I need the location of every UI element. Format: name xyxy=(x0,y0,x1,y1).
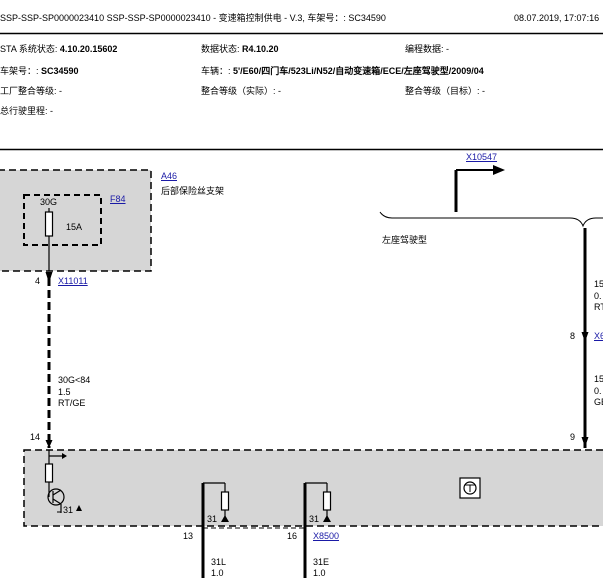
pin-14-label: 14 xyxy=(30,432,41,442)
x10547-arrowhead xyxy=(493,165,505,175)
pin-13-label: 13 xyxy=(183,531,194,541)
pin-9-arrow xyxy=(581,437,589,447)
variant-brace xyxy=(379,211,603,228)
x8500-link[interactable]: X8500 xyxy=(313,531,339,542)
x10547-link[interactable]: X10547 xyxy=(466,152,497,163)
wire-right-bottom-color: GE xyxy=(594,397,603,407)
pin-8-arrow xyxy=(581,332,589,342)
pin-14-arrow xyxy=(45,440,53,448)
pin-4-label: 4 xyxy=(35,276,41,286)
wire-left-code: 30G<84 xyxy=(58,375,91,385)
pin-8-label: 8 xyxy=(570,331,576,341)
left-drive-label: 左座驾驶型 xyxy=(382,235,428,245)
pin-4-arrow xyxy=(45,272,53,283)
wire-right-top-section: 0. xyxy=(594,291,602,301)
wire-right-bottom-section: 0. xyxy=(594,386,602,396)
f84-link[interactable]: F84 xyxy=(110,194,126,205)
a46-fuse-carrier xyxy=(0,169,152,272)
wire-left-section: 1.5 xyxy=(58,387,71,397)
pin-16-label: 16 xyxy=(287,531,298,541)
fuse-element xyxy=(44,211,54,237)
wire-31l-code: 31L xyxy=(211,557,227,567)
wire-right-bottom-code: 15 xyxy=(594,374,603,384)
wiring-diagram xyxy=(0,165,603,578)
wire-left-color: RT/GE xyxy=(58,398,86,408)
ground-label-16: 31 xyxy=(309,514,320,524)
resistor-left xyxy=(44,463,54,483)
ground-label-left: 31 xyxy=(63,505,74,515)
fuse-rating: 15A xyxy=(66,222,83,232)
x11011-link[interactable]: X11011 xyxy=(58,276,88,287)
a46-description: 后部保险丝支架 xyxy=(161,186,225,196)
wire-31l-section: 1.0 xyxy=(211,568,224,578)
a46-link[interactable]: A46 xyxy=(161,171,177,182)
x6-link[interactable]: X6 xyxy=(594,331,603,342)
resistor-13 xyxy=(220,491,230,511)
wire-right-top-color: RT xyxy=(594,302,603,312)
ground-label-13: 31 xyxy=(207,514,218,524)
fuse-code-label: 30G xyxy=(40,197,58,207)
wire-31e-section: 1.0 xyxy=(313,568,326,578)
resistor-16 xyxy=(322,491,332,511)
wire-right-top-code: 15 xyxy=(594,279,603,289)
pin-9-label: 9 xyxy=(570,432,576,442)
wire-31e-code: 31E xyxy=(313,557,330,567)
